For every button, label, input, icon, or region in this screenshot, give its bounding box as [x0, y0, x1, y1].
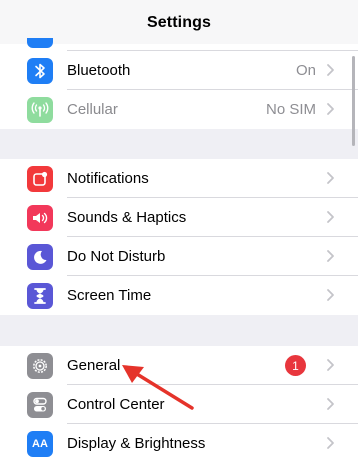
settings-row-sounds-haptics[interactable]: Sounds & Haptics: [0, 198, 358, 237]
bluetooth-icon: [27, 57, 53, 84]
cellular-antenna-icon: [27, 96, 53, 123]
chevron-right-icon: [327, 211, 334, 223]
moon-icon: [27, 243, 53, 270]
notifications-icon: [27, 165, 53, 192]
settings-row-bluetooth[interactable]: Bluetooth On: [0, 51, 358, 90]
gear-icon: [27, 352, 53, 379]
scrollbar[interactable]: [352, 56, 355, 146]
settings-row-display-brightness[interactable]: AA Display & Brightness: [0, 424, 358, 463]
toggles-icon: [27, 391, 53, 418]
settings-row-label: Screen Time: [67, 287, 152, 304]
settings-row-do-not-disturb[interactable]: Do Not Disturb: [0, 237, 358, 276]
display-text-icon: AA: [27, 430, 53, 457]
connectivity-section: Bluetooth On Cellular No SIM: [0, 51, 358, 129]
hourglass-icon: [27, 282, 53, 309]
speaker-icon: [27, 204, 53, 231]
chevron-right-icon: [327, 359, 334, 371]
settings-row-cellular[interactable]: Cellular No SIM: [0, 90, 358, 129]
chevron-right-icon: [327, 289, 334, 301]
notifications-section: Notifications Sounds & Haptics Do Not Di…: [0, 159, 358, 315]
chevron-right-icon: [327, 437, 334, 449]
chevron-right-icon: [327, 398, 334, 410]
partial-row-above: [0, 38, 358, 51]
chevron-right-icon: [327, 64, 334, 76]
partial-icon: [27, 38, 53, 48]
red-arrow-icon: [122, 365, 194, 410]
settings-row-label: Sounds & Haptics: [67, 209, 187, 226]
chevron-right-icon: [327, 103, 334, 115]
settings-row-notifications[interactable]: Notifications: [0, 159, 358, 198]
navigation-bar: Settings: [0, 0, 358, 44]
chevron-right-icon: [327, 250, 334, 262]
settings-row-label: Bluetooth: [67, 62, 131, 79]
settings-row-label: Cellular: [67, 101, 118, 118]
settings-row-label: Do Not Disturb: [67, 248, 166, 265]
chevron-right-icon: [327, 172, 334, 184]
settings-row-value: On: [295, 62, 316, 79]
settings-row-label: Notifications: [67, 170, 149, 187]
settings-row-label: Display & Brightness: [67, 435, 206, 452]
settings-row-label: General: [67, 357, 121, 374]
page-title: Settings: [147, 14, 211, 31]
settings-row-value: No SIM: [265, 101, 316, 118]
settings-row-screen-time[interactable]: Screen Time: [0, 276, 358, 315]
notification-badge: 1: [285, 355, 306, 376]
